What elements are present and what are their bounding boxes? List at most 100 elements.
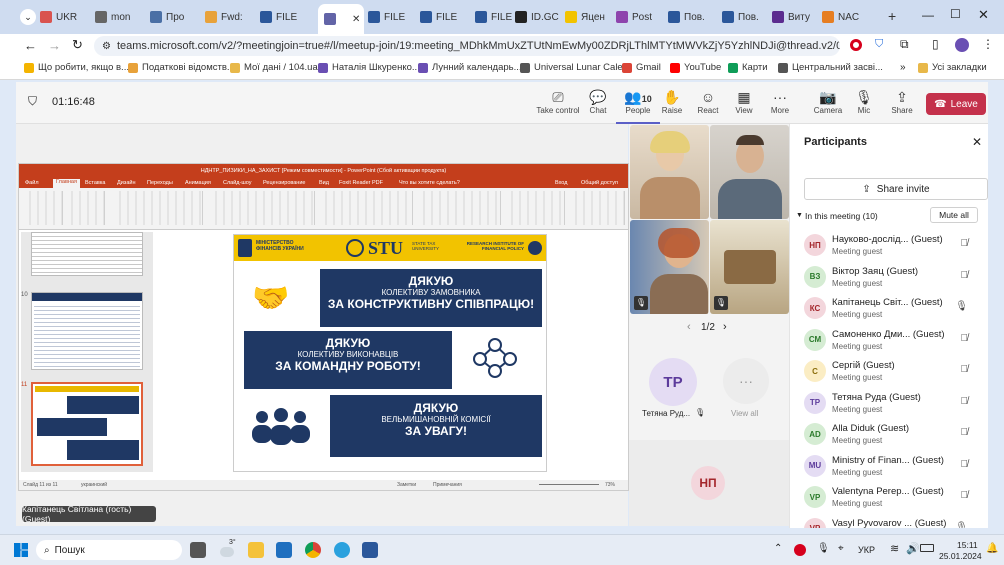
tab-search-icon[interactable]: ⌄ bbox=[20, 9, 36, 25]
close-panel-icon[interactable]: ✕ bbox=[972, 135, 982, 149]
participant-row[interactable]: ТР Тетяна Руда (Guest) Meeting guest 🎙̸ bbox=[804, 390, 986, 420]
browser-tab[interactable]: Пов. bbox=[722, 6, 770, 28]
weather-icon[interactable] bbox=[220, 547, 234, 557]
taskbar-search[interactable]: ⌕ Пошук bbox=[36, 540, 182, 560]
bookmark-item[interactable]: Мої дані / 104.ua bbox=[230, 62, 318, 73]
browser-tab[interactable]: UKR bbox=[40, 6, 88, 28]
ribbon-group[interactable] bbox=[23, 191, 63, 225]
back-icon[interactable]: ← bbox=[24, 38, 37, 53]
participant-tile-tr[interactable]: ТР bbox=[649, 358, 697, 406]
site-info-icon[interactable]: ⚙ bbox=[102, 41, 111, 52]
slide-thumbnail-9[interactable] bbox=[31, 232, 143, 276]
browser-tab[interactable]: NAC bbox=[822, 6, 870, 28]
bookmark-item[interactable]: Universal Lunar Cale... bbox=[520, 62, 631, 73]
widgets-icon[interactable] bbox=[190, 542, 206, 558]
browser-tab[interactable]: FILE bbox=[420, 6, 468, 28]
ribbon-group[interactable] bbox=[65, 191, 105, 225]
bookmark-item[interactable]: Лунний календарь... bbox=[418, 62, 522, 73]
ppt-menu-item[interactable]: Foxit Reader PDF bbox=[339, 180, 383, 186]
extension-opera-icon[interactable] bbox=[850, 39, 862, 51]
file-explorer-icon[interactable] bbox=[248, 542, 264, 558]
ribbon-group[interactable] bbox=[505, 191, 565, 225]
close-window-button[interactable]: ✕ bbox=[978, 7, 989, 23]
ppt-menu-item[interactable]: Анимация bbox=[185, 180, 211, 186]
ppt-menu-item[interactable]: Файл bbox=[25, 180, 39, 186]
leave-button[interactable]: ☎ Leave bbox=[926, 93, 986, 115]
extensions-icon[interactable]: ⧉ bbox=[900, 37, 909, 52]
browser-tab[interactable]: Пов. bbox=[668, 6, 716, 28]
participant-row[interactable]: НП Науково-дослід... (Guest) Meeting guest… bbox=[804, 232, 986, 262]
maximize-button[interactable]: ☐ bbox=[950, 7, 961, 21]
url-field[interactable]: ⚙ teams.microsoft.com/v2/?meetingjoin=tru… bbox=[94, 36, 840, 56]
browser-tab[interactable]: Про bbox=[150, 6, 198, 28]
bookmark-item[interactable]: Що робити, якщо в... bbox=[24, 62, 129, 73]
notes-button[interactable]: Заметки bbox=[397, 482, 416, 488]
wifi-icon[interactable]: ≋ bbox=[890, 542, 899, 555]
browser-tab[interactable]: Post bbox=[616, 6, 664, 28]
ppt-menu-item[interactable]: Что вы хотите сделать? bbox=[399, 180, 460, 186]
ribbon-group[interactable] bbox=[319, 191, 413, 225]
start-icon[interactable] bbox=[14, 543, 28, 557]
participant-row[interactable]: MU Ministry of Finan... (Guest) Meeting gu… bbox=[804, 453, 986, 483]
toolbar-more-button[interactable]: ··· More bbox=[758, 88, 802, 115]
browser-tab[interactable]: ✕ bbox=[318, 4, 364, 34]
participant-row[interactable]: VP Valentyna Perep... (Guest) Meeting gues… bbox=[804, 484, 986, 514]
sidebar-icon[interactable]: ▯ bbox=[932, 37, 939, 51]
reload-icon[interactable]: ↻ bbox=[72, 37, 83, 53]
share-invite-button[interactable]: ⇪ Share invite bbox=[804, 178, 988, 200]
telegram-icon[interactable] bbox=[334, 542, 350, 558]
video-tile-1[interactable] bbox=[630, 125, 709, 219]
browser-tab[interactable]: Fwd: bbox=[205, 6, 253, 28]
ppt-menu-item[interactable]: Вид bbox=[319, 180, 329, 186]
bookmark-item[interactable]: Gmail bbox=[622, 62, 661, 73]
ribbon-group[interactable] bbox=[113, 191, 203, 225]
ribbon-group[interactable] bbox=[209, 191, 315, 225]
browser-tab[interactable]: Яцен bbox=[565, 6, 613, 28]
browser-menu-icon[interactable]: ⋮ bbox=[982, 37, 994, 51]
chrome-icon[interactable] bbox=[305, 542, 321, 558]
slide-thumbnail-10[interactable] bbox=[31, 292, 143, 370]
volume-icon[interactable]: 🔊 bbox=[906, 542, 920, 555]
participant-row[interactable]: СМ Самоненко Дми... (Guest) Meeting guest 🎙… bbox=[804, 327, 986, 357]
video-tile-2[interactable] bbox=[710, 125, 789, 219]
chevron-down-icon[interactable]: ▼ bbox=[796, 212, 803, 219]
tray-mic-icon[interactable]: 🎙 bbox=[817, 543, 830, 554]
participant-row[interactable]: КС Капітанець Світ... (Guest) Meeting gues… bbox=[804, 295, 986, 325]
slide-thumbnail-11[interactable] bbox=[31, 382, 143, 466]
browser-tab[interactable]: FILE bbox=[260, 6, 308, 28]
ppt-menu-item[interactable]: Переходы bbox=[147, 180, 173, 186]
minimize-button[interactable]: — bbox=[922, 8, 934, 22]
participant-row[interactable]: VP Vasyl Pyvovarov ... (Guest) 🎙 bbox=[804, 516, 986, 528]
tray-location-icon[interactable]: ⌖ bbox=[838, 543, 844, 554]
bookmarks-overflow-icon[interactable]: » bbox=[900, 62, 906, 73]
mute-all-button[interactable]: Mute all bbox=[930, 207, 978, 223]
comments-button[interactable]: Примечания bbox=[433, 482, 462, 488]
ppt-menu-item[interactable]: Общий доступ bbox=[581, 180, 618, 186]
ribbon-group[interactable] bbox=[417, 191, 501, 225]
ppt-menu-item[interactable]: Дизайн bbox=[117, 180, 136, 186]
toolbar-share-button[interactable]: ⇪ Share bbox=[880, 88, 924, 115]
bookmark-item[interactable]: YouTube bbox=[670, 62, 721, 73]
zoom-slider[interactable] bbox=[539, 484, 599, 485]
tray-chevron-icon[interactable]: ⌃ bbox=[774, 543, 782, 554]
pager-next-icon[interactable]: › bbox=[723, 321, 727, 333]
all-bookmarks[interactable]: Усі закладки bbox=[918, 62, 987, 73]
profile-avatar[interactable] bbox=[955, 38, 969, 52]
extension-shield-icon[interactable]: ⛉ bbox=[875, 38, 883, 51]
bookmark-item[interactable]: Наталія Шкуренко... bbox=[318, 62, 420, 73]
ppt-menu-item[interactable]: Рецензирование bbox=[263, 180, 305, 186]
browser-tab[interactable]: ID.GC bbox=[515, 6, 563, 28]
bookmark-item[interactable]: Центральний засві... bbox=[778, 62, 883, 73]
browser-tab[interactable]: mon bbox=[95, 6, 143, 28]
ppt-menu-item[interactable]: Вставка bbox=[85, 180, 105, 186]
notifications-icon[interactable]: 🔔 bbox=[986, 543, 998, 554]
new-tab-button[interactable]: + bbox=[888, 8, 896, 24]
participant-row[interactable]: С Сергій (Guest) Meeting guest 🎙̸ bbox=[804, 358, 986, 388]
ppt-menu-item[interactable]: Главная bbox=[53, 179, 80, 188]
bookmark-item[interactable]: Карти bbox=[728, 62, 768, 73]
participant-row[interactable]: AD Alla Diduk (Guest) Meeting guest 🎙̸ bbox=[804, 421, 986, 451]
tray-app-icon[interactable] bbox=[794, 544, 806, 556]
browser-tab[interactable]: Виту bbox=[772, 6, 820, 28]
video-tile-4[interactable]: 🎙 bbox=[710, 220, 789, 314]
browser-tab[interactable]: FILE bbox=[368, 6, 416, 28]
